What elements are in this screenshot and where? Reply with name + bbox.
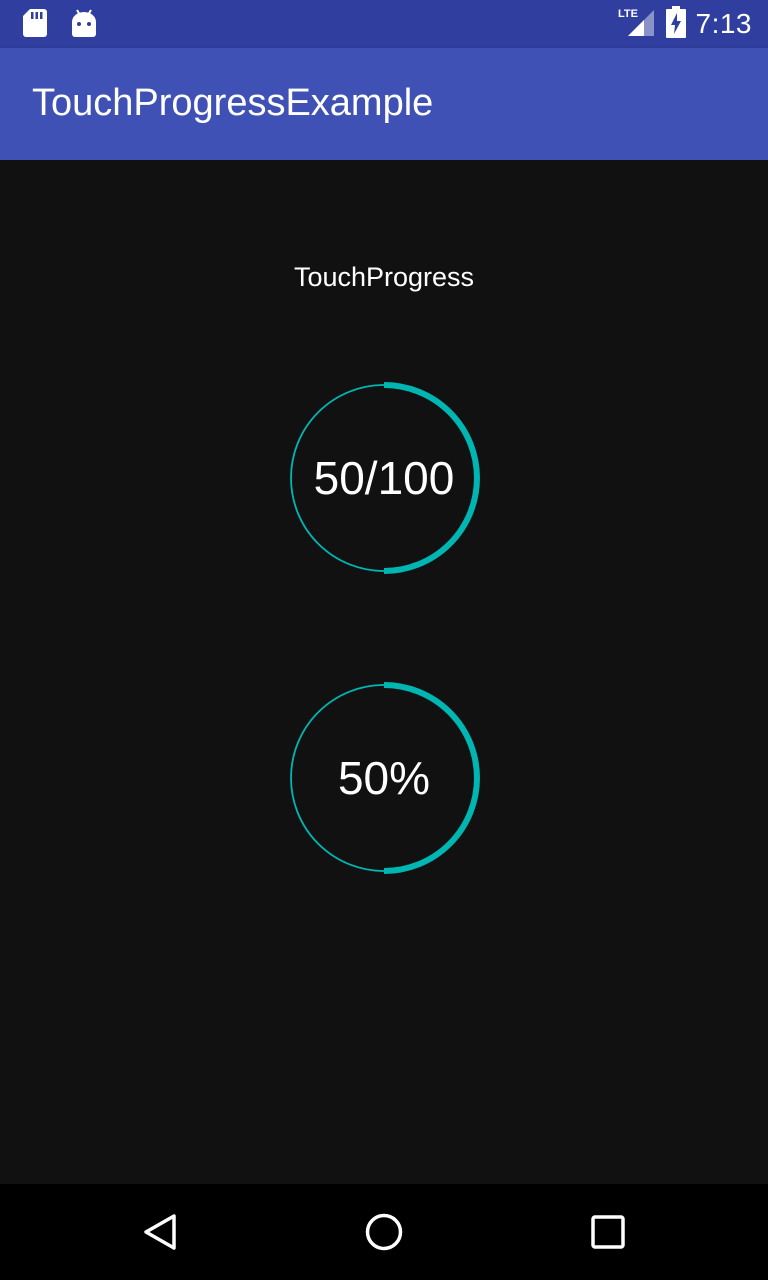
recents-button[interactable] [584,1208,632,1256]
back-icon [144,1214,176,1250]
home-button[interactable] [360,1208,408,1256]
app-title: TouchProgressExample [32,82,434,124]
battery-charging-icon [665,5,686,43]
main-content: TouchProgress 50/100 50% [0,160,768,1184]
navigation-bar [0,1184,768,1280]
app-bar: TouchProgressExample [0,48,768,160]
touch-progress-percent[interactable]: 50% [284,678,484,878]
home-icon [365,1213,403,1251]
section-label: TouchProgress [293,262,475,292]
touch-progress-fraction[interactable]: 50/100 [284,378,484,578]
status-time: 7:13 [695,8,752,39]
system-icons: LTE 7:13 [618,0,753,48]
sd-card-icon [22,8,48,43]
android-icon [70,8,98,43]
progress-value-text: 50/100 [313,452,455,504]
notification-icons [22,8,98,43]
recents-icon [591,1215,625,1249]
progress-value-text: 50% [337,752,431,804]
back-button[interactable] [136,1208,184,1256]
svg-text:LTE: LTE [618,8,638,20]
status-bar: LTE 7:13 [0,0,768,48]
lte-signal-icon: LTE [618,6,656,43]
